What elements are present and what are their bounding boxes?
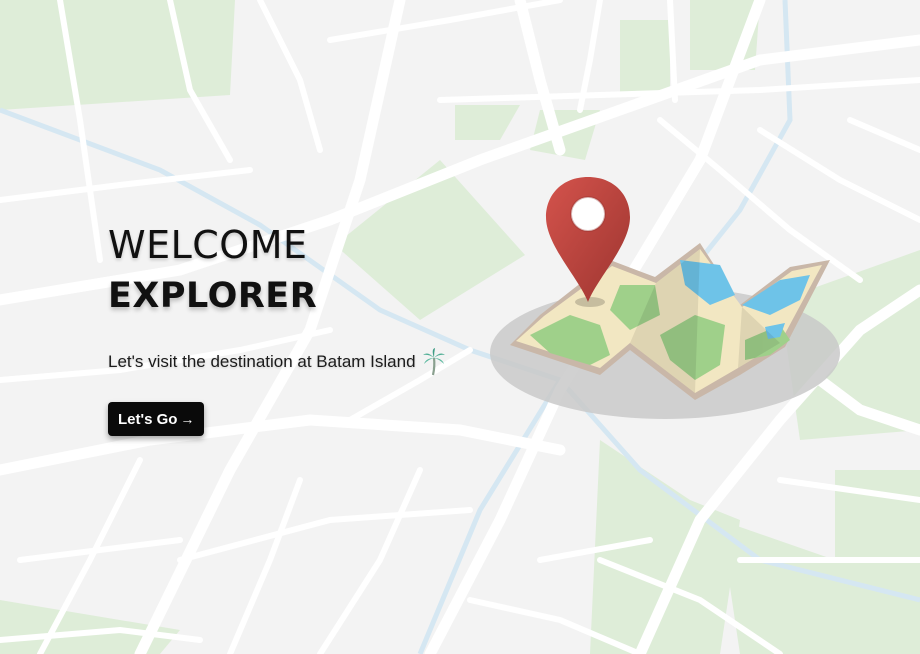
map-location-pin-illustration xyxy=(490,177,840,419)
lets-go-button[interactable]: Let's Go → xyxy=(108,402,205,436)
tagline: Let's visit the destination at Batam Isl… xyxy=(108,348,528,376)
arrow-right-icon: → xyxy=(180,411,195,427)
tagline-text: Let's visit the destination at Batam Isl… xyxy=(108,352,416,371)
palm-tree-icon xyxy=(422,348,446,376)
lets-go-label: Let's Go xyxy=(118,410,178,428)
explorer-heading: EXPLORER xyxy=(108,276,318,316)
welcome-heading: WELCOME xyxy=(108,223,308,267)
hero-section: WELCOME EXPLORER Let's visit the destina… xyxy=(108,222,528,436)
